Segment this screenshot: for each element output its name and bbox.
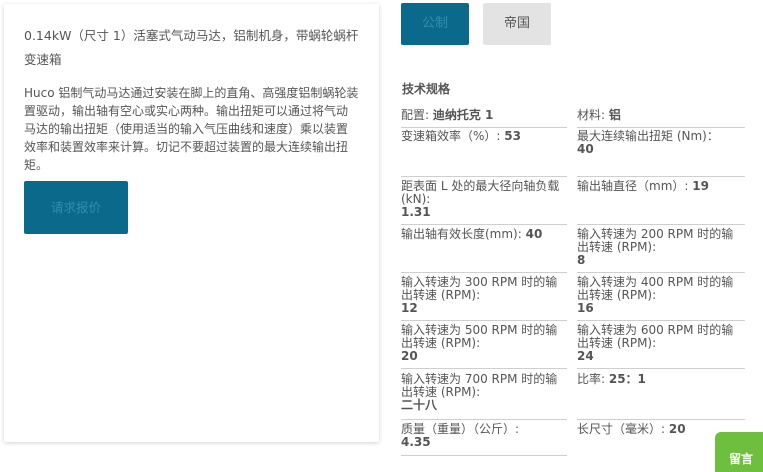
spec-value: 53 bbox=[504, 129, 521, 143]
specs-heading: 技术规格 bbox=[402, 82, 451, 96]
spec-item: 输入转速为 200 RPM 时的输出转速 (RPM): 8 bbox=[577, 225, 745, 273]
spec-value: 8 bbox=[577, 253, 586, 267]
imperial-units-button[interactable]: 帝国 bbox=[483, 3, 551, 45]
spec-label: 输入转速为 500 RPM 时的输出转速 (RPM): bbox=[401, 323, 558, 350]
spec-item: 输出轴有效长度(mm): 40 bbox=[401, 225, 567, 273]
spec-value: 20 bbox=[401, 349, 418, 363]
spec-label: 输入转速为 700 RPM 时的输出转速 (RPM): bbox=[401, 372, 558, 399]
spec-label: 距表面 L 处的最大径向轴负载 (kN): bbox=[401, 179, 560, 206]
spec-item: 输入转速为 400 RPM 时的输出转速 (RPM): 16 bbox=[577, 273, 745, 321]
spec-item: 质量（重量）（公斤）: 4.35 bbox=[401, 420, 567, 456]
spec-item: 配置: 迪纳托克 1 bbox=[401, 106, 567, 128]
spec-item: 输入转速为 700 RPM 时的输出转速 (RPM): 二十八 bbox=[401, 370, 567, 420]
spec-value: 二十八 bbox=[401, 398, 438, 412]
spec-label: 比率: bbox=[577, 372, 609, 386]
spec-label: 输入转速为 200 RPM 时的输出转速 (RPM): bbox=[577, 227, 734, 254]
product-description: Huco 铝制气动马达通过安装在脚上的直角、高强度铝制蜗轮装置驱动，输出轴有空心… bbox=[24, 86, 359, 172]
spec-label: 配置: bbox=[401, 108, 433, 122]
spec-value: 4.35 bbox=[401, 435, 431, 449]
spec-label: 材料: bbox=[577, 108, 609, 122]
metric-units-button[interactable]: 公制 bbox=[401, 3, 469, 45]
spec-value: 迪纳托克 1 bbox=[432, 108, 494, 122]
spec-label: 变速箱效率（%）: bbox=[401, 129, 505, 143]
product-card: 0.14kW（尺寸 1）活塞式气动马达，铝制机身，带蜗轮蜗杆变速箱 Huco 铝… bbox=[4, 4, 379, 442]
spec-label: 输出轴有效长度(mm): bbox=[401, 227, 526, 241]
spec-item: 材料: 铝 bbox=[577, 106, 745, 128]
spec-item: 输入转速为 600 RPM 时的输出转速 (RPM): 24 bbox=[577, 321, 745, 369]
spec-label: 长尺寸（毫米）: bbox=[577, 422, 669, 436]
spec-value: 16 bbox=[577, 301, 594, 315]
spec-item: 最大连续输出扭矩 (Nm)： 40 bbox=[577, 127, 745, 177]
spec-value: 12 bbox=[401, 301, 418, 315]
spec-value: 20 bbox=[668, 422, 686, 436]
spec-item: 输出轴直径（mm）: 19 bbox=[577, 177, 745, 225]
spec-item: 距表面 L 处的最大径向轴负载 (kN): 1.31 bbox=[401, 177, 567, 225]
spec-value: 1.31 bbox=[401, 205, 431, 219]
spec-label: 输入转速为 600 RPM 时的输出转速 (RPM): bbox=[577, 323, 734, 350]
spec-value: 40 bbox=[577, 142, 594, 156]
spec-item: 输入转速为 300 RPM 时的输出转速 (RPM): 12 bbox=[401, 273, 567, 321]
spec-item: 变速箱效率（%）: 53 bbox=[401, 127, 567, 177]
chat-button[interactable]: 留言 bbox=[715, 432, 763, 472]
spec-value: 25：1 bbox=[608, 372, 646, 386]
spec-value: 铝 bbox=[608, 108, 621, 122]
spec-item: 比率: 25：1 bbox=[577, 370, 745, 420]
spec-label: 输入转速为 400 RPM 时的输出转速 (RPM): bbox=[577, 275, 734, 302]
spec-label: 输入转速为 300 RPM 时的输出转速 (RPM): bbox=[401, 275, 558, 302]
spec-label: 输出轴直径（mm）: bbox=[577, 179, 693, 193]
spec-item: 输入转速为 500 RPM 时的输出转速 (RPM): 20 bbox=[401, 321, 567, 369]
spec-value: 24 bbox=[577, 349, 594, 363]
spec-label: 最大连续输出扭矩 (Nm)： bbox=[577, 129, 719, 143]
spec-label: 质量（重量）（公斤）: bbox=[401, 422, 520, 436]
spec-value: 40 bbox=[525, 227, 543, 241]
spec-value: 19 bbox=[692, 179, 709, 193]
request-quote-button[interactable]: 请求报价 bbox=[24, 181, 128, 234]
product-title: 0.14kW（尺寸 1）活塞式气动马达，铝制机身，带蜗轮蜗杆变速箱 bbox=[24, 28, 359, 67]
